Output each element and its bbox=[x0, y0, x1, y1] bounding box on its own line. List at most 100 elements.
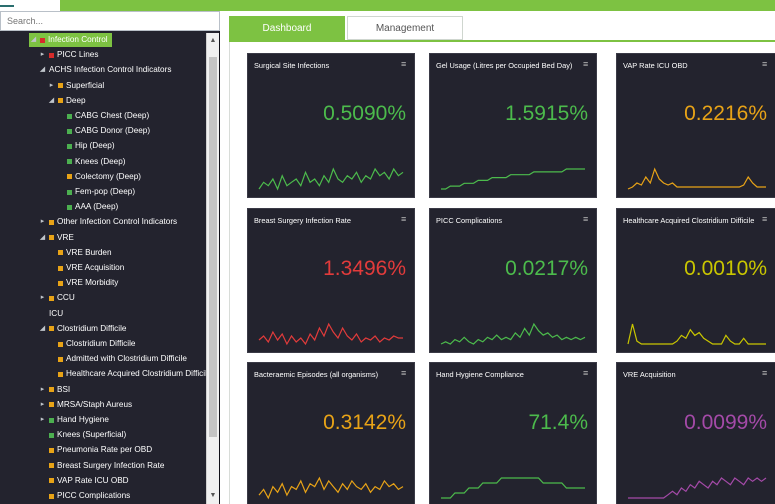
menu-icon[interactable]: ≡ bbox=[401, 215, 409, 224]
tree-item[interactable]: Breast Surgery Infection Rate bbox=[38, 459, 164, 473]
tree-item-label: Colectomy (Deep) bbox=[75, 171, 141, 181]
tree-item-label: Clostridium Difficile bbox=[57, 323, 127, 333]
tree-item[interactable]: ◢ VRE bbox=[38, 231, 74, 245]
tree-item-label: Healthcare Acquired Clostridium Difficil… bbox=[66, 369, 207, 379]
sparkline-series bbox=[258, 322, 403, 346]
status-square-icon bbox=[58, 341, 63, 347]
sparkline bbox=[627, 167, 766, 190]
tree-item[interactable]: VRE Acquisition bbox=[47, 261, 124, 275]
tree-item[interactable]: Knees (Superficial) bbox=[38, 428, 126, 442]
tree-item[interactable]: ICU bbox=[38, 307, 63, 321]
tab-dashboard[interactable]: Dashboard bbox=[229, 16, 345, 40]
tree-item[interactable]: ◢ Deep bbox=[47, 94, 86, 108]
tree-item[interactable]: CABG Chest (Deep) bbox=[56, 109, 149, 123]
tree-item[interactable]: ▸ Hand Hygiene bbox=[38, 413, 109, 427]
status-square-icon bbox=[49, 219, 54, 225]
kpi-card[interactable]: Surgical Site Infections ≡ 0.5090% bbox=[247, 53, 415, 198]
status-square-icon bbox=[49, 493, 54, 499]
tree-item[interactable]: ◢ Clostridium Difficile bbox=[38, 322, 127, 336]
tree-item[interactable]: VAP Rate ICU OBD bbox=[38, 474, 129, 488]
kpi-card[interactable]: PICC Complications ≡ 0.0217% bbox=[429, 208, 597, 353]
expand-icon[interactable]: ▸ bbox=[47, 79, 56, 93]
tree-item[interactable]: ▸ CCU bbox=[38, 291, 75, 305]
kpi-card[interactable]: VRE Acquisition ≡ 0.0099% bbox=[616, 362, 775, 504]
kpi-card[interactable]: VAP Rate ICU OBD ≡ 0.2216% bbox=[616, 53, 775, 198]
status-square-icon bbox=[58, 356, 63, 362]
sidebar-scrollbar[interactable]: ▲ ▼ bbox=[206, 33, 219, 504]
expand-icon[interactable]: ▸ bbox=[38, 398, 47, 412]
kpi-card[interactable]: Breast Surgery Infection Rate ≡ 1.3496% bbox=[247, 208, 415, 353]
collapse-icon[interactable]: ◢ bbox=[29, 33, 38, 47]
status-square-icon bbox=[49, 463, 54, 469]
tree-item[interactable]: VRE Morbidity bbox=[47, 276, 118, 290]
kpi-card[interactable]: Healthcare Acquired Clostridium Difficil… bbox=[616, 208, 775, 353]
tree-item[interactable]: ▸ PICC Lines bbox=[38, 48, 99, 62]
status-square-icon bbox=[67, 143, 72, 149]
sparkline bbox=[628, 477, 767, 499]
tree-item[interactable]: Knees (Deep) bbox=[56, 155, 126, 169]
tree-item[interactable]: Healthcare Acquired Clostridium Difficil… bbox=[47, 367, 207, 381]
tree-item[interactable]: ▸ Other Infection Control Indicators bbox=[38, 215, 177, 229]
scrollbar-thumb[interactable] bbox=[209, 57, 217, 437]
status-square-icon bbox=[67, 128, 72, 134]
tree-item-label: Knees (Deep) bbox=[75, 156, 126, 166]
menu-icon[interactable]: ≡ bbox=[762, 60, 770, 69]
menu-icon[interactable]: ≡ bbox=[762, 215, 770, 224]
status-square-icon bbox=[49, 52, 54, 58]
kpi-card[interactable]: Hand Hygiene Compliance ≡ 71.4% bbox=[429, 362, 597, 504]
expand-icon[interactable]: ▸ bbox=[38, 48, 47, 62]
tree-item-label: Infection Control bbox=[48, 35, 108, 44]
menu-icon[interactable]: ≡ bbox=[401, 60, 409, 69]
tree-item[interactable]: Clostridium Difficile bbox=[47, 337, 135, 351]
tree-item[interactable]: Hip (Deep) bbox=[56, 139, 115, 153]
tree-item-label: VRE Burden bbox=[66, 247, 112, 257]
status-square-icon bbox=[58, 371, 63, 377]
tree-item[interactable]: ◢ ACHS Infection Control Indicators bbox=[38, 63, 172, 77]
status-square-icon bbox=[58, 250, 63, 256]
scroll-up-icon[interactable]: ▲ bbox=[207, 35, 219, 47]
kpi-title: Healthcare Acquired Clostridium Difficil… bbox=[623, 216, 755, 225]
expand-icon[interactable]: ▸ bbox=[38, 291, 47, 305]
kpi-title: Gel Usage (Litres per Occupied Bed Day) bbox=[436, 61, 573, 70]
tab-bar: Dashboard Management bbox=[229, 16, 775, 40]
scroll-down-icon[interactable]: ▼ bbox=[207, 490, 219, 502]
status-square-icon bbox=[58, 265, 63, 271]
expand-icon[interactable]: ▸ bbox=[38, 215, 47, 229]
tree-item[interactable]: ◢ Infection Control bbox=[29, 33, 112, 47]
menu-icon[interactable]: ≡ bbox=[583, 369, 591, 378]
menu-icon[interactable]: ≡ bbox=[762, 369, 770, 378]
expand-icon[interactable]: ▸ bbox=[38, 383, 47, 397]
tree-item[interactable]: ▸ BSI bbox=[38, 383, 70, 397]
tree-item[interactable]: AAA (Deep) bbox=[56, 200, 118, 214]
expand-icon[interactable]: ▸ bbox=[38, 413, 47, 427]
tree-item[interactable]: ▸ MRSA/Staph Aureus bbox=[38, 398, 132, 412]
kpi-card[interactable]: Bacteraemic Episodes (all organisms) ≡ 0.3… bbox=[247, 362, 415, 504]
sparkline-series bbox=[628, 477, 767, 499]
tree-item[interactable]: ▸ Superficial bbox=[47, 79, 105, 93]
menu-icon[interactable]: ≡ bbox=[401, 369, 409, 378]
tree-item[interactable]: PICC Complications bbox=[38, 489, 130, 503]
tree-item[interactable]: Colectomy (Deep) bbox=[56, 170, 141, 184]
status-square-icon bbox=[49, 387, 54, 393]
status-square-icon bbox=[49, 432, 54, 438]
tree-item-label: Clostridium Difficile bbox=[66, 339, 136, 348]
collapse-icon[interactable]: ◢ bbox=[38, 63, 47, 77]
tab-management[interactable]: Management bbox=[347, 16, 463, 40]
status-square-icon bbox=[67, 174, 72, 180]
tree-item[interactable]: Fem-pop (Deep) bbox=[56, 185, 135, 199]
tree-item[interactable]: Pneumonia Rate per OBD bbox=[38, 443, 152, 457]
collapse-icon[interactable]: ◢ bbox=[38, 322, 47, 336]
sparkline bbox=[627, 323, 766, 345]
tree-item[interactable]: CABG Donor (Deep) bbox=[56, 124, 150, 138]
menu-icon[interactable]: ≡ bbox=[583, 60, 591, 69]
tree-item[interactable]: VRE Burden bbox=[47, 246, 112, 260]
kpi-card[interactable]: Gel Usage (Litres per Occupied Bed Day) ≡… bbox=[429, 53, 597, 198]
search-input[interactable] bbox=[0, 11, 220, 31]
collapse-icon[interactable]: ◢ bbox=[38, 231, 47, 245]
menu-icon[interactable]: ≡ bbox=[583, 215, 591, 224]
tree-item[interactable]: Admitted with Clostridium Difficile bbox=[47, 352, 187, 366]
collapse-icon[interactable]: ◢ bbox=[47, 94, 56, 108]
sidebar: ◢ Infection Control ▸PICC Lines◢ACHS Infec… bbox=[0, 11, 220, 504]
tree-item-label: Hip (Deep) bbox=[75, 141, 115, 151]
sparkline-series bbox=[441, 477, 585, 499]
